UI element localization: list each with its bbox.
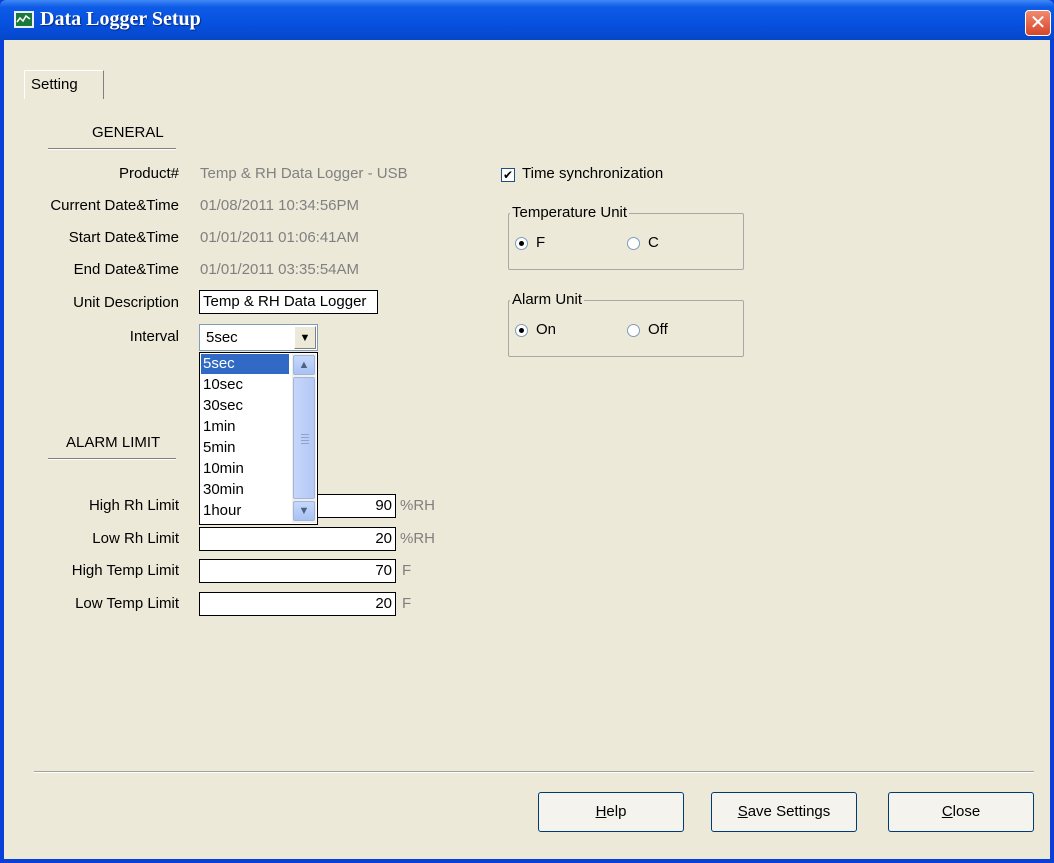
scroll-up-icon[interactable]: ▲: [293, 355, 315, 375]
save-label: ave Settings: [747, 803, 831, 820]
dropdown-scrollbar[interactable]: ▲ ▼: [292, 354, 316, 523]
temp-unit-c-radio[interactable]: [627, 237, 640, 250]
title-bar[interactable]: Data Logger Setup ✕: [0, 0, 1054, 40]
dialog-client-area: Setting GENERAL Product# Temp & RH Data …: [4, 40, 1050, 859]
high-temp-limit-unit: F: [402, 562, 412, 579]
high-rh-limit-label: High Rh Limit: [88, 497, 179, 514]
alarm-unit-title: Alarm Unit: [510, 291, 585, 308]
time-sync-checkbox[interactable]: ✔: [501, 168, 515, 182]
general-divider: [48, 148, 176, 150]
alarm-limit-section-title: ALARM LIMIT: [66, 434, 161, 451]
tab-setting[interactable]: Setting: [24, 70, 104, 99]
product-label: Product#: [118, 165, 179, 182]
current-datetime-label: Current Date&Time: [50, 197, 179, 214]
high-temp-limit-input[interactable]: 70: [199, 559, 396, 583]
low-temp-limit-unit: F: [402, 595, 412, 612]
current-datetime-value: 01/08/2011 10:34:56PM: [200, 197, 360, 214]
close-mnemonic: C: [941, 803, 953, 820]
interval-option[interactable]: 5min: [201, 438, 289, 458]
interval-option[interactable]: 30min: [201, 480, 289, 500]
help-label: elp: [606, 803, 627, 820]
interval-option[interactable]: 5sec: [201, 354, 289, 374]
interval-option[interactable]: 1min: [201, 417, 289, 437]
alarm-unit-off-radio[interactable]: [627, 324, 640, 337]
interval-dropdown-list[interactable]: 5sec 10sec 30sec 1min 5min 10min 30min 1…: [199, 352, 318, 525]
high-temp-limit-label: High Temp Limit: [71, 562, 179, 579]
alarm-unit-on-label[interactable]: On: [536, 321, 556, 338]
interval-option[interactable]: 30sec: [201, 396, 289, 416]
interval-option[interactable]: 10sec: [201, 375, 289, 395]
close-window-icon[interactable]: ✕: [1025, 10, 1051, 36]
app-icon: [14, 11, 34, 28]
low-rh-limit-label: Low Rh Limit: [92, 530, 179, 547]
interval-selected-value: 5sec: [206, 329, 238, 346]
start-datetime-label: Start Date&Time: [68, 229, 179, 246]
grip-line: [301, 443, 309, 444]
general-section-title: GENERAL: [92, 124, 164, 141]
window-frame-right: [1050, 40, 1054, 863]
start-datetime-value: 01/01/2011 01:06:41AM: [200, 229, 360, 246]
time-sync-label[interactable]: Time synchronization: [522, 165, 663, 182]
low-rh-limit-unit: %RH: [400, 530, 436, 547]
save-settings-button[interactable]: Save Settings: [711, 792, 857, 832]
alarm-limit-divider: [48, 458, 176, 460]
temp-unit-f-label[interactable]: F: [536, 234, 545, 251]
temp-unit-f-radio[interactable]: [515, 237, 528, 250]
unit-description-label: Unit Description: [73, 294, 179, 311]
interval-option[interactable]: 10min: [201, 459, 289, 479]
low-temp-limit-input[interactable]: 20: [199, 592, 396, 616]
low-temp-limit-label: Low Temp Limit: [75, 595, 179, 612]
grip-line: [301, 437, 309, 438]
product-value: Temp & RH Data Logger - USB: [200, 165, 408, 182]
alarm-unit-on-radio[interactable]: [515, 324, 528, 337]
window-title: Data Logger Setup: [40, 8, 201, 30]
help-button[interactable]: Help: [538, 792, 684, 832]
help-mnemonic: H: [595, 803, 607, 820]
close-label: lose: [952, 803, 981, 820]
scroll-down-icon[interactable]: ▼: [293, 501, 315, 521]
grip-line: [301, 440, 309, 441]
alarm-unit-off-label[interactable]: Off: [648, 321, 668, 338]
close-button[interactable]: Close: [888, 792, 1034, 832]
save-mnemonic: S: [737, 803, 748, 820]
interval-option[interactable]: 1hour: [201, 501, 289, 521]
interval-label: Interval: [129, 328, 179, 345]
unit-description-input[interactable]: Temp & RH Data Logger: [199, 290, 378, 314]
low-rh-limit-input[interactable]: 20: [199, 527, 396, 551]
end-datetime-value: 01/01/2011 03:35:54AM: [200, 261, 360, 278]
temp-unit-c-label[interactable]: C: [648, 234, 659, 251]
interval-select[interactable]: 5sec ▼: [199, 324, 318, 351]
end-datetime-label: End Date&Time: [73, 261, 179, 278]
temperature-unit-title: Temperature Unit: [510, 204, 630, 221]
window-frame-bottom: [0, 859, 1054, 863]
chevron-down-icon[interactable]: ▼: [294, 326, 316, 349]
grip-line: [301, 434, 309, 435]
bottom-divider: [34, 771, 1034, 773]
high-rh-limit-unit: %RH: [400, 497, 436, 514]
dialog-window: Data Logger Setup ✕ Setting GENERAL Prod…: [0, 0, 1054, 863]
scrollbar-thumb[interactable]: [293, 377, 315, 499]
